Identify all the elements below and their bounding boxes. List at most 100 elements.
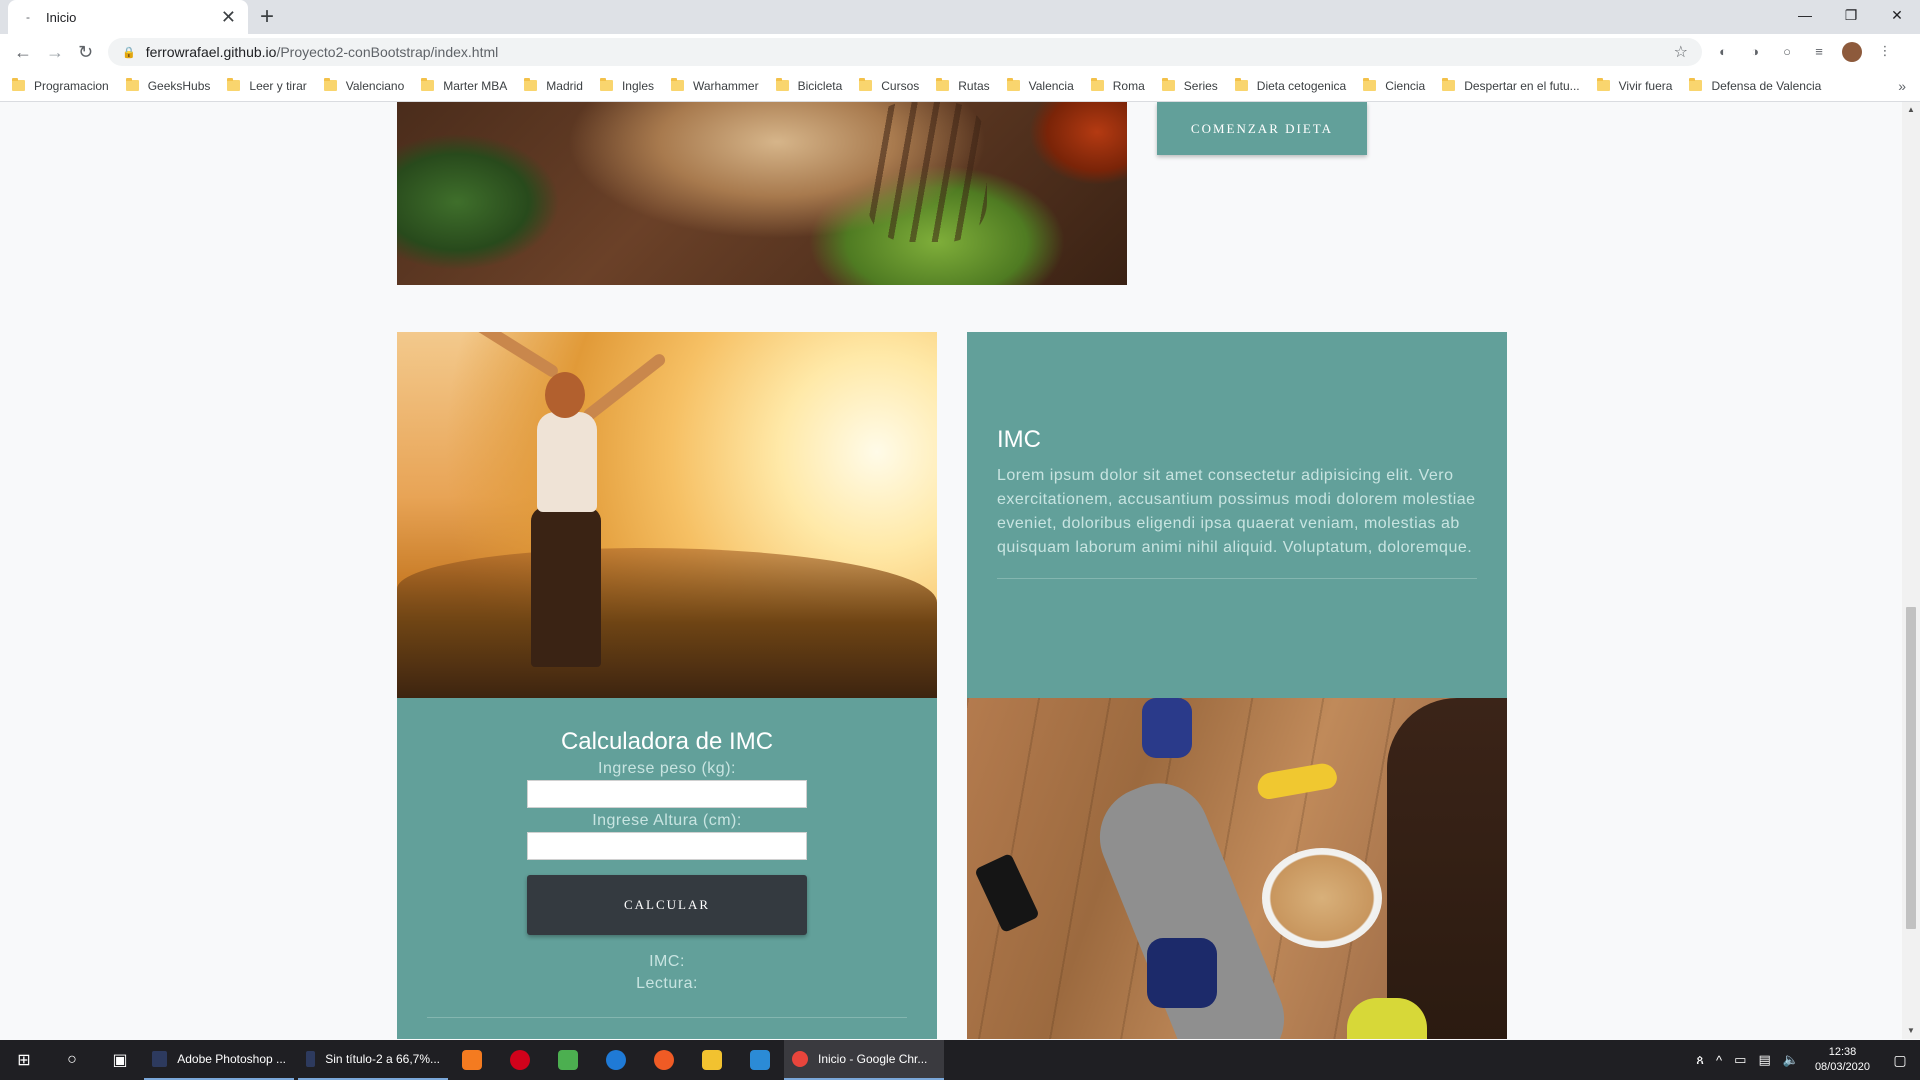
bookmark-item[interactable]: Valencia [1006, 78, 1074, 93]
comenzar-dieta-button[interactable]: COMENZAR DIETA [1157, 102, 1367, 155]
dark-mode-icon[interactable]: ◑ [1746, 42, 1764, 60]
imc-result: IMC: [649, 953, 685, 970]
scroll-down-icon[interactable]: ▼ [1902, 1023, 1920, 1039]
taskbar-photoshop-document[interactable]: Sin título-2 a 66,7%... [298, 1040, 448, 1080]
bookmark-item[interactable]: Vivir fuera [1596, 78, 1672, 93]
bookmark-item[interactable]: Cursos [859, 78, 919, 93]
bookmark-item[interactable]: Valenciano [323, 78, 404, 93]
more-bookmarks-icon[interactable]: » [1898, 78, 1906, 94]
restore-icon[interactable]: ❐ [1828, 0, 1874, 30]
folder-icon [671, 78, 684, 91]
scroll-thumb[interactable] [1906, 607, 1916, 929]
folder-icon [599, 78, 613, 91]
clock-date: 08/03/2020 [1814, 1061, 1870, 1073]
bookmark-item[interactable]: Madrid [524, 78, 583, 93]
imc-info-panel: IMC Lorem ipsum dolor sit amet consectet… [967, 332, 1507, 698]
system-tray: ጰ ^ ▭ ▤ 🔈 12:38 08/03/2020 ▢ [1690, 1040, 1920, 1080]
folder-icon [524, 78, 538, 91]
taskbar-opera[interactable] [496, 1040, 544, 1080]
search-icon[interactable]: ○ [48, 1040, 96, 1080]
task-view-icon[interactable]: ▣ [96, 1040, 144, 1080]
taskbar-file-explorer[interactable] [688, 1040, 736, 1080]
menu-icon[interactable]: ⋮ [1876, 42, 1894, 60]
windows-start-icon[interactable]: ⊞ [0, 1040, 48, 1080]
calcular-button[interactable]: CALCULAR [527, 875, 807, 935]
node-icon [558, 1050, 578, 1070]
page-viewport: COMENZAR DIETA IMC Lorem ipsum dolor sit… [0, 102, 1902, 1039]
imc-title: IMC [997, 426, 1041, 453]
url-host: ferrowrafael.github.io [145, 44, 277, 60]
folder-icon [1161, 78, 1175, 91]
taskbar-chrome[interactable]: Inicio - Google Chr... [784, 1040, 944, 1080]
tab-title: Inicio [46, 9, 77, 25]
postman-icon [654, 1050, 674, 1070]
bookmark-star-icon[interactable]: ☆ [1674, 42, 1688, 62]
lock-icon[interactable]: 🔒 [122, 46, 136, 59]
taskbar-vscode[interactable] [736, 1040, 784, 1080]
altura-input[interactable] [527, 832, 807, 860]
bookmark-item[interactable]: Leer y tirar [227, 78, 307, 93]
back-icon[interactable]: ← [14, 42, 32, 62]
bookmark-item[interactable]: Dieta cetogenica [1234, 78, 1346, 93]
taskbar-edge[interactable] [592, 1040, 640, 1080]
bookmark-item[interactable]: Programacion [12, 78, 109, 93]
bookmark-item[interactable]: Bicicleta [775, 78, 842, 93]
opera-icon [510, 1050, 530, 1070]
peso-input[interactable] [527, 780, 807, 808]
folder-icon [12, 78, 25, 91]
page-scrollbar[interactable]: ▲ ▼ [1902, 102, 1920, 1039]
tab-strip: - Inicio ✕ + — ❐ ✕ [0, 0, 1920, 34]
bookmark-item[interactable]: GeeksHubs [125, 78, 210, 93]
bookmark-item[interactable]: Roma [1090, 78, 1145, 93]
bookmark-item[interactable]: Defensa de Valencia [1689, 78, 1821, 93]
bookmark-item[interactable]: Warhammer [671, 78, 759, 93]
bookmarks-bar: Programacion GeeksHubs Leer y tirar Valenci… [0, 70, 1920, 102]
minimize-icon[interactable]: — [1782, 0, 1828, 30]
close-tab-icon[interactable]: ✕ [221, 7, 236, 28]
xampp-icon [462, 1050, 482, 1070]
folder-icon [859, 78, 873, 91]
photoshop-icon [306, 1051, 316, 1067]
address-bar[interactable]: 🔒 ferrowrafael.github.io /Proyecto2-conB… [108, 38, 1702, 66]
windows-taskbar: ⊞ ○ ▣ Adobe Photoshop ... Sin título-2 a… [0, 1040, 1920, 1080]
folder-icon [1596, 78, 1610, 91]
url-path: /Proyecto2-conBootstrap/index.html [276, 44, 499, 60]
window-controls: — ❐ ✕ [1782, 0, 1920, 34]
new-tab-icon[interactable]: + [260, 4, 274, 30]
profile-avatar[interactable] [1842, 42, 1862, 62]
forward-icon[interactable]: → [46, 42, 64, 62]
volume-icon[interactable]: 🔈 [1783, 1052, 1799, 1068]
clock-time: 12:38 [1828, 1046, 1857, 1058]
vscode-icon [750, 1050, 770, 1070]
folder-icon [1442, 78, 1456, 91]
taskbar-postman[interactable] [640, 1040, 688, 1080]
folder-icon [1234, 78, 1248, 91]
extension-icon[interactable]: ○ [1778, 42, 1796, 60]
chevron-up-icon[interactable]: ^ [1716, 1053, 1722, 1068]
bookmark-item[interactable]: Ciencia [1363, 78, 1425, 93]
notification-icon[interactable]: ▢ [1880, 1040, 1920, 1080]
network-icon[interactable]: ▤ [1758, 1052, 1770, 1068]
bookmark-item[interactable]: Despertar en el futu... [1442, 78, 1580, 93]
folder-icon [227, 78, 241, 91]
bookmark-item[interactable]: Marter MBA [421, 78, 507, 93]
browser-tab-inicio[interactable]: - Inicio ✕ [8, 0, 248, 34]
woman-sunset-image [397, 332, 937, 698]
clock[interactable]: 12:38 08/03/2020 [1815, 1045, 1870, 1075]
taskbar-photoshop[interactable]: Adobe Photoshop ... [144, 1040, 294, 1080]
taskbar-node[interactable] [544, 1040, 592, 1080]
people-icon[interactable]: ጰ [1696, 1052, 1704, 1068]
bookmark-item[interactable]: Series [1161, 78, 1218, 93]
folder-icon [1363, 78, 1377, 91]
battery-icon[interactable]: ▭ [1734, 1052, 1746, 1068]
scroll-up-icon[interactable]: ▲ [1902, 102, 1920, 118]
media-icon[interactable]: ≡ [1810, 42, 1828, 60]
bookmark-item[interactable]: Ingles [599, 78, 654, 93]
taskbar-xampp[interactable] [448, 1040, 496, 1080]
extension-icon[interactable]: ◐ [1714, 42, 1732, 60]
peso-label: Ingrese peso (kg): [598, 760, 736, 777]
lectura-result: Lectura: [636, 975, 698, 992]
reload-icon[interactable]: ↻ [78, 42, 93, 62]
bookmark-item[interactable]: Rutas [936, 78, 990, 93]
close-window-icon[interactable]: ✕ [1874, 0, 1920, 30]
